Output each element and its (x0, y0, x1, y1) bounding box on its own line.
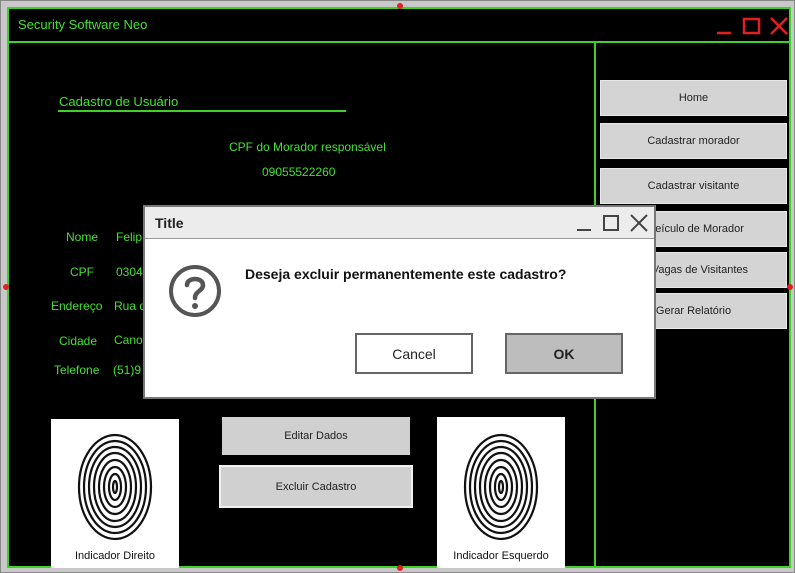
close-icon[interactable] (769, 16, 789, 36)
nav-cadastrar-visitante-button[interactable]: Cadastrar visitante (600, 168, 787, 204)
field-value-telefone: (51)9 (113, 363, 142, 377)
field-value-endereco: Rua d (114, 299, 147, 313)
field-label-nome: Nome (66, 230, 99, 244)
dialog-message: Deseja excluir permanentemente este cada… (245, 266, 567, 282)
frame-marker (787, 284, 793, 290)
edit-data-button[interactable]: Editar Dados (222, 417, 410, 455)
dialog-close-icon[interactable] (629, 213, 649, 233)
dialog-title-bar: Title (145, 207, 654, 239)
ok-button[interactable]: OK (505, 333, 623, 374)
confirm-dialog: Title Deseja excluir permanentemente est… (143, 205, 656, 399)
nav-home-button[interactable]: Home (600, 80, 787, 116)
dialog-minimize-icon[interactable] (575, 214, 593, 232)
fingerprint-icon (463, 433, 539, 541)
heading-underline (58, 110, 346, 112)
field-value-cpf: 0304 (116, 265, 143, 279)
app-title: Security Software Neo (18, 17, 148, 32)
fingerprint-right-card[interactable]: Indicador Direito (51, 419, 179, 568)
page-title: Cadastro de Usuário (59, 94, 179, 109)
question-icon (169, 265, 221, 317)
field-label-telefone: Telefone (54, 363, 100, 377)
cancel-button[interactable]: Cancel (355, 333, 473, 374)
title-bar: Security Software Neo (9, 9, 789, 43)
field-label-cpf: CPF (70, 265, 94, 279)
frame-marker (397, 565, 403, 571)
frame-marker (3, 284, 9, 290)
cpf-responsavel-value: 09055522260 (262, 165, 336, 179)
field-value-nome: Felip (116, 230, 143, 244)
fingerprint-left-card[interactable]: Indicador Esquerdo (437, 417, 565, 568)
delete-record-button[interactable]: Excluir Cadastro (219, 465, 413, 508)
fingerprint-icon (77, 433, 153, 541)
cpf-responsavel-label: CPF do Morador responsável (229, 140, 386, 154)
maximize-icon[interactable] (742, 16, 762, 36)
field-label-cidade: Cidade (59, 334, 98, 348)
minimize-icon[interactable] (715, 16, 733, 36)
field-value-cidade: Cano (114, 333, 143, 347)
frame-marker (397, 3, 403, 9)
fingerprint-right-label: Indicador Direito (74, 550, 156, 562)
field-label-endereco: Endereço (51, 299, 103, 313)
dialog-title: Title (155, 215, 184, 231)
dialog-maximize-icon[interactable] (602, 214, 620, 232)
nav-cadastrar-morador-button[interactable]: Cadastrar morador (600, 123, 787, 159)
fingerprint-left-label: Indicador Esquerdo (453, 550, 549, 562)
